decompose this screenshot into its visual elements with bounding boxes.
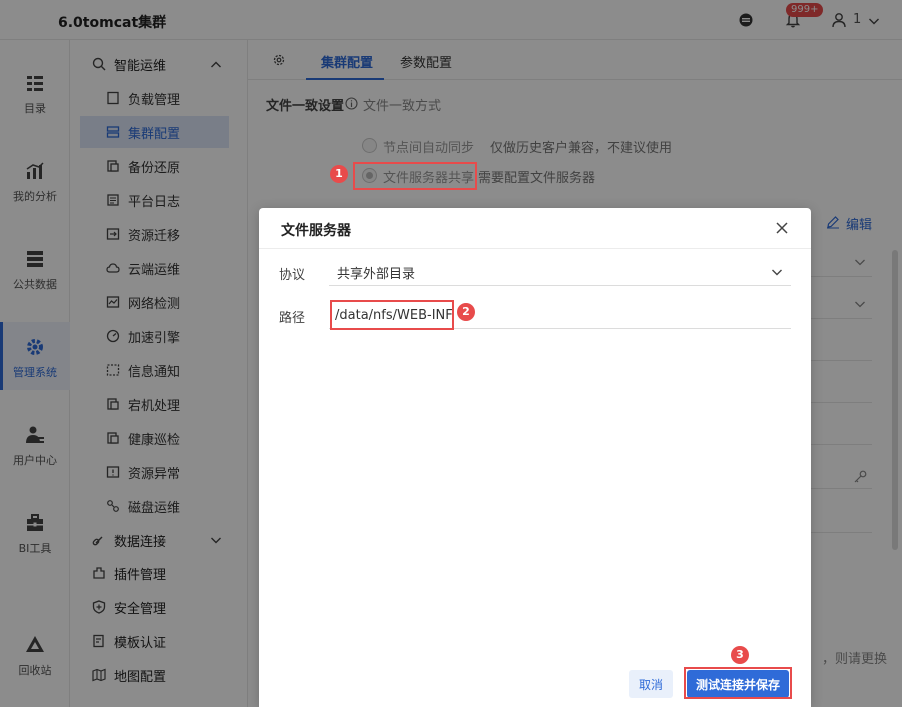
field-underline bbox=[329, 285, 791, 286]
dialog-divider bbox=[259, 248, 811, 249]
protocol-select[interactable]: 共享外部目录 bbox=[337, 263, 415, 282]
cancel-button[interactable]: 取消 bbox=[629, 670, 673, 698]
path-label: 路径 bbox=[279, 311, 306, 326]
highlight-box-1 bbox=[353, 162, 477, 190]
callout-badge-2: 2 bbox=[457, 303, 475, 321]
highlight-box-2 bbox=[330, 300, 454, 330]
protocol-label: 协议 bbox=[279, 268, 306, 283]
file-server-dialog: 文件服务器 协议 共享外部目录 路径 取消 测试连接并保存 bbox=[259, 208, 811, 707]
callout-badge-3: 3 bbox=[731, 646, 749, 664]
chevron-down-icon[interactable] bbox=[771, 266, 783, 278]
close-icon[interactable] bbox=[775, 221, 789, 235]
highlight-box-3 bbox=[684, 667, 792, 699]
dialog-title: 文件服务器 bbox=[281, 223, 351, 239]
callout-badge-1: 1 bbox=[330, 165, 348, 183]
